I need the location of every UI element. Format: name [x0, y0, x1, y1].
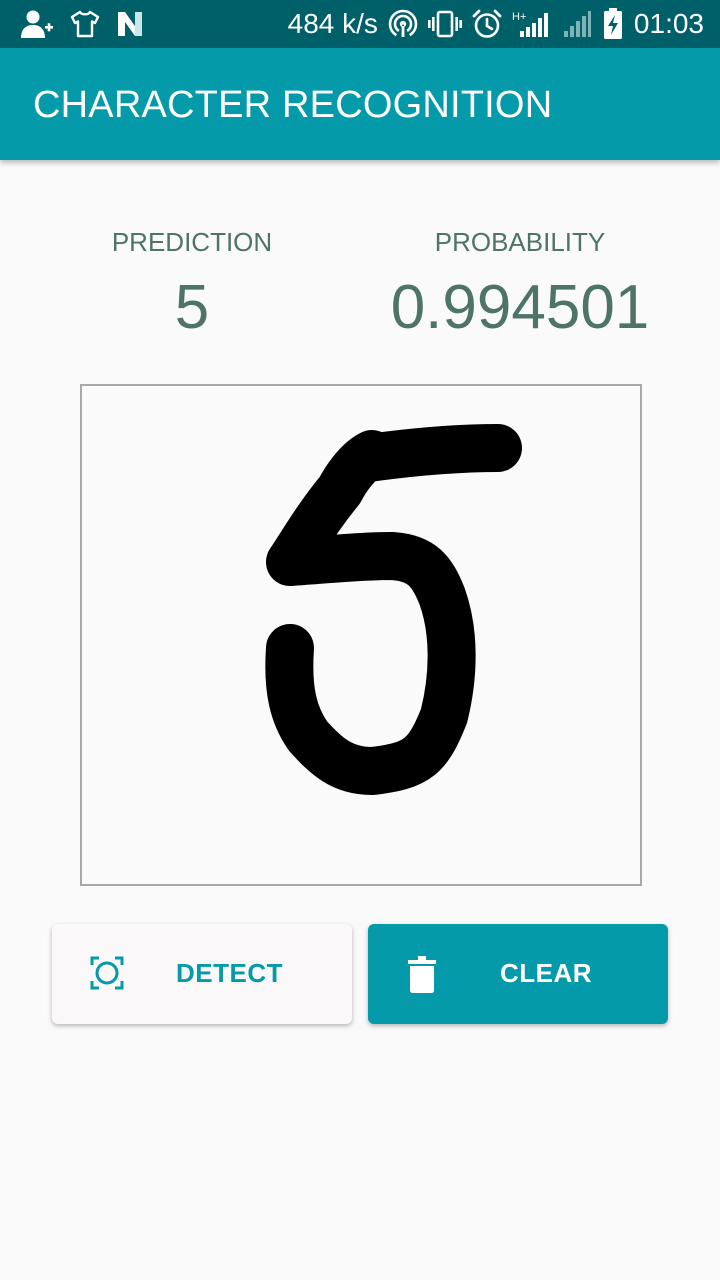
clear-button[interactable]: CLEAR: [368, 924, 668, 1024]
battery-charging-icon: [603, 8, 622, 39]
probability-label: PROBABILITY: [434, 227, 606, 257]
scan-focus-icon: [90, 956, 124, 990]
drawing-canvas[interactable]: [80, 384, 642, 886]
prediction-value: 5: [174, 273, 210, 342]
trash-icon: [408, 956, 436, 993]
probability-value: 0.994501: [390, 273, 650, 342]
svg-text:H+: H+: [512, 11, 526, 23]
status-system: 484 k/s H+ 01:03: [288, 8, 704, 40]
digit-stroke: [265, 430, 476, 795]
detect-button[interactable]: DETECT: [52, 924, 352, 1024]
shirt-icon: [70, 10, 100, 38]
detect-button-label: DETECT: [176, 958, 283, 988]
net-speed: 484 k/s: [287, 8, 378, 39]
add-contact-icon: [21, 10, 53, 38]
n-logo-icon: [118, 12, 142, 36]
digit-top-stroke: [344, 424, 522, 482]
signal-h-plus-icon: H+: [512, 11, 548, 37]
handwritten-stroke: [265, 424, 522, 795]
app-bar: CHARACTER RECOGNITION: [0, 48, 720, 160]
status-notifications: [20, 8, 144, 40]
prediction-panel: PREDICTION 5: [92, 226, 292, 348]
clock: 01:03: [633, 8, 704, 39]
status-bar: 484 k/s H+ 01:03: [0, 0, 720, 48]
prediction-label: PREDICTION: [111, 227, 273, 257]
page-title: CHARACTER RECOGNITION: [33, 84, 553, 126]
vibrate-icon: [427, 10, 462, 38]
probability-panel: PROBABILITY 0.994501: [370, 226, 670, 348]
signal-icon: [563, 11, 591, 37]
alarm-icon: [472, 9, 502, 38]
hotspot-icon: [388, 9, 418, 39]
clear-button-label: CLEAR: [500, 958, 593, 988]
